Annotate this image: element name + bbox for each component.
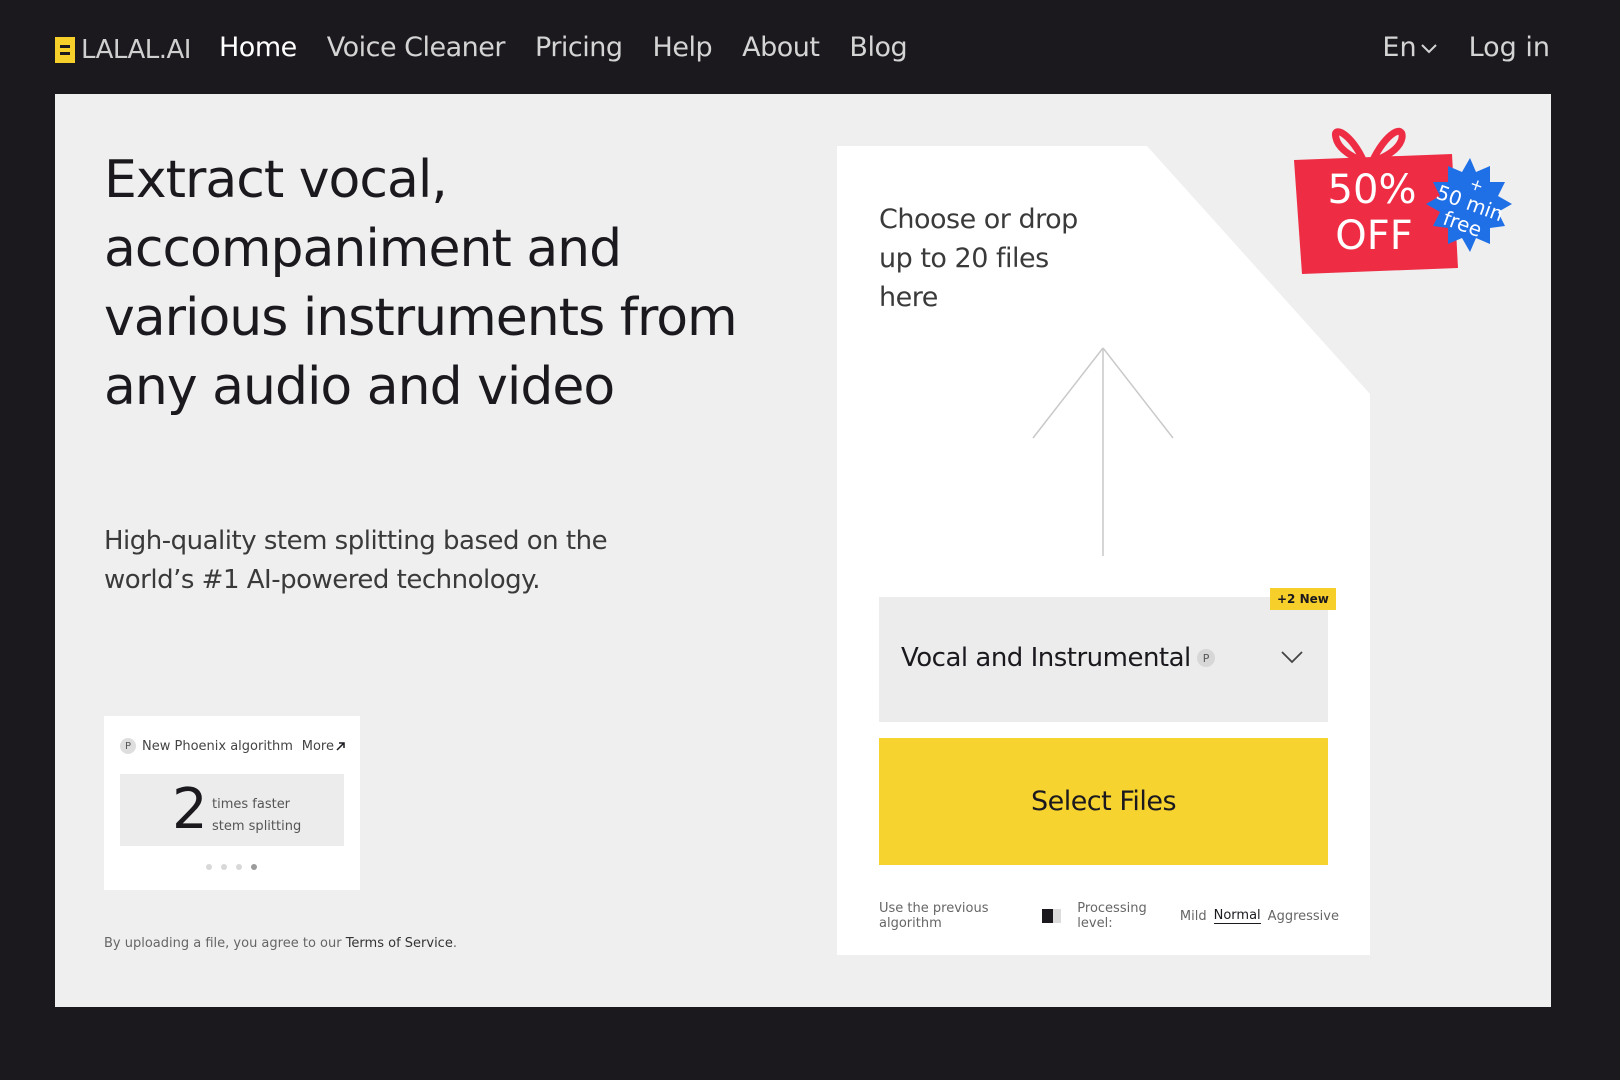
chevron-down-icon bbox=[1281, 651, 1303, 664]
promo-more-label: More bbox=[301, 738, 334, 754]
sale-percent: 50% bbox=[1327, 167, 1417, 213]
promo-stat-box: 2 times faster stem splitting bbox=[120, 774, 344, 846]
promo-header: P New Phoenix algorithm More bbox=[120, 738, 346, 754]
nav-voice-cleaner[interactable]: Voice Cleaner bbox=[327, 32, 506, 63]
carousel-dot-active[interactable] bbox=[251, 864, 257, 870]
upload-arrow-icon bbox=[1032, 347, 1174, 556]
hero-title: Extract vocal, accompaniment and various… bbox=[104, 150, 738, 417]
level-mild[interactable]: Mild bbox=[1180, 909, 1207, 924]
promo-card: P New Phoenix algorithm More 2 times fas… bbox=[104, 716, 360, 890]
nav-help[interactable]: Help bbox=[653, 32, 713, 63]
promo-line-2: stem splitting bbox=[212, 819, 302, 834]
logo-text: LALAL.AI bbox=[81, 35, 191, 65]
terms-of-service-link[interactable]: Terms of Service bbox=[346, 936, 453, 951]
promo-stat-text: times faster stem splitting bbox=[212, 794, 301, 838]
nav-pricing[interactable]: Pricing bbox=[535, 32, 623, 63]
terms-prefix: By uploading a file, you agree to our bbox=[104, 936, 346, 951]
level-normal[interactable]: Normal bbox=[1213, 908, 1261, 924]
processing-level-label: Processing level: bbox=[1077, 901, 1147, 931]
carousel-dots bbox=[206, 864, 257, 870]
hero-subtitle: High-quality stem splitting based on the… bbox=[104, 526, 608, 595]
chevron-down-icon bbox=[1420, 43, 1437, 53]
promo-line-1: times faster bbox=[212, 797, 291, 812]
language-label: En bbox=[1382, 32, 1417, 63]
promo-label: New Phoenix algorithm bbox=[142, 738, 293, 754]
terms-notice: By uploading a file, you agree to our Te… bbox=[104, 936, 457, 951]
select-files-button[interactable]: Select Files bbox=[879, 738, 1328, 865]
logo-mark-icon bbox=[55, 37, 75, 63]
carousel-dot[interactable] bbox=[236, 864, 242, 870]
language-selector[interactable]: En bbox=[1382, 32, 1437, 63]
previous-algorithm-label: Use the previous algorithm bbox=[879, 901, 989, 931]
processing-options: Use the previous algorithm Processing le… bbox=[879, 901, 1339, 931]
nav-blog[interactable]: Blog bbox=[849, 32, 907, 63]
phoenix-icon: P bbox=[1196, 649, 1215, 667]
terms-suffix: . bbox=[452, 936, 457, 951]
top-navigation: LALAL.AI Home Voice Cleaner Pricing Help… bbox=[0, 0, 1620, 94]
carousel-dot[interactable] bbox=[221, 864, 227, 870]
arrow-up-right-icon bbox=[336, 742, 345, 751]
level-aggressive[interactable]: Aggressive bbox=[1268, 909, 1339, 924]
nav-links: Home Voice Cleaner Pricing Help About Bl… bbox=[219, 32, 937, 63]
nav-about[interactable]: About bbox=[742, 32, 820, 63]
nav-home[interactable]: Home bbox=[219, 32, 297, 63]
promo-number: 2 bbox=[172, 777, 208, 842]
nav-right: En Log in bbox=[1382, 32, 1550, 63]
new-stems-badge: +2 New bbox=[1270, 588, 1336, 610]
algorithm-name: Vocal and Instrumental bbox=[901, 643, 1191, 673]
sale-off: OFF bbox=[1335, 213, 1413, 259]
main-panel: Extract vocal, accompaniment and various… bbox=[55, 94, 1551, 1007]
previous-algorithm-toggle[interactable] bbox=[1041, 909, 1062, 923]
sale-badge[interactable]: 50% OFF + 50 min free bbox=[1292, 124, 1517, 284]
upload-dropzone[interactable]: Choose or drop up to 20 files here Vocal… bbox=[837, 146, 1370, 955]
logo[interactable]: LALAL.AI bbox=[55, 35, 191, 65]
carousel-dot[interactable] bbox=[206, 864, 212, 870]
promo-more-link[interactable]: More bbox=[302, 739, 346, 754]
algorithm-select-label: Vocal and Instrumental P bbox=[901, 643, 1215, 673]
algorithm-select[interactable]: Vocal and Instrumental P bbox=[879, 597, 1328, 722]
phoenix-icon: P bbox=[120, 738, 136, 754]
login-link[interactable]: Log in bbox=[1469, 32, 1550, 63]
